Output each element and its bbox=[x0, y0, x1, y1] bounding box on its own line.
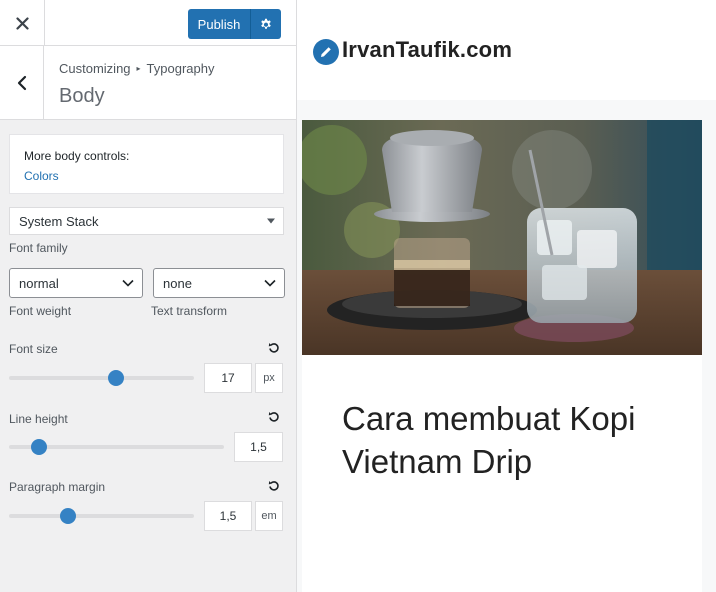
paragraph-margin-unit: em bbox=[255, 501, 283, 531]
breadcrumb: Customizing ▸ Typography bbox=[59, 61, 214, 76]
pencil-icon bbox=[321, 47, 331, 57]
paragraph-margin-slider-thumb[interactable] bbox=[60, 508, 77, 524]
line-height-slider-thumb[interactable] bbox=[31, 439, 48, 455]
more-controls-title: More body controls: bbox=[24, 149, 130, 163]
breadcrumb-parent: Typography bbox=[146, 61, 215, 76]
more-controls-box: More body controls: Colors bbox=[9, 134, 284, 194]
site-header: IrvanTaufik.com bbox=[297, 0, 716, 100]
customizer-sidebar: Publish Customizing ▸ Typography Body Mo… bbox=[0, 0, 297, 592]
font-weight-select[interactable]: normal bbox=[9, 268, 143, 298]
text-transform-select[interactable]: none bbox=[153, 268, 285, 298]
font-family-select[interactable]: System Stack bbox=[9, 207, 284, 235]
text-transform-value: none bbox=[163, 275, 192, 291]
font-weight-value: normal bbox=[19, 275, 59, 291]
close-button[interactable] bbox=[0, 0, 45, 46]
section-header: Customizing ▸ Typography Body bbox=[0, 46, 296, 120]
reset-icon[interactable] bbox=[268, 480, 280, 492]
publish-button[interactable]: Publish bbox=[188, 9, 250, 39]
post-card: Cara membuat Kopi Vietnam Drip bbox=[302, 120, 702, 592]
font-size-input[interactable]: 17 bbox=[204, 363, 252, 393]
site-title[interactable]: IrvanTaufik.com bbox=[342, 37, 512, 63]
font-size-unit: px bbox=[255, 363, 283, 393]
colors-link[interactable]: Colors bbox=[24, 169, 59, 183]
paragraph-margin-input[interactable]: 1,5 bbox=[204, 501, 252, 531]
font-weight-label: Font weight bbox=[9, 304, 72, 318]
font-family-value: System Stack bbox=[19, 213, 99, 229]
breadcrumb-separator: ▸ bbox=[136, 64, 141, 73]
caret-down-icon bbox=[267, 218, 275, 224]
post-title[interactable]: Cara membuat Kopi Vietnam Drip bbox=[342, 398, 682, 484]
breadcrumb-root: Customizing bbox=[59, 61, 131, 76]
close-icon bbox=[15, 16, 29, 30]
font-size-slider-thumb[interactable] bbox=[108, 370, 125, 386]
customizer-header: Publish bbox=[0, 0, 296, 46]
chevron-down-icon bbox=[264, 279, 276, 287]
reset-icon[interactable] bbox=[268, 411, 280, 423]
site-preview: IrvanTaufik.com Cara membuat Kopi Vietna… bbox=[297, 0, 716, 592]
featured-image bbox=[302, 120, 702, 355]
paragraph-margin-slider-track[interactable] bbox=[9, 514, 194, 518]
chevron-left-icon bbox=[17, 75, 26, 90]
font-size-slider-track[interactable] bbox=[9, 376, 194, 380]
publish-group: Publish bbox=[188, 9, 281, 39]
reset-icon[interactable] bbox=[268, 342, 280, 354]
line-height-input[interactable]: 1,5 bbox=[234, 432, 283, 462]
back-button[interactable] bbox=[0, 46, 44, 119]
paragraph-margin-label: Paragraph margin bbox=[9, 480, 106, 494]
font-family-label: Font family bbox=[9, 241, 68, 255]
gear-icon bbox=[261, 18, 271, 29]
site-logo[interactable] bbox=[313, 39, 339, 65]
text-transform-label: Text transform bbox=[151, 304, 228, 318]
font-size-label: Font size bbox=[9, 342, 58, 356]
section-title: Body bbox=[59, 85, 105, 107]
chevron-down-icon bbox=[122, 279, 134, 287]
publish-settings-button[interactable] bbox=[250, 9, 281, 39]
line-height-label: Line height bbox=[9, 412, 68, 426]
